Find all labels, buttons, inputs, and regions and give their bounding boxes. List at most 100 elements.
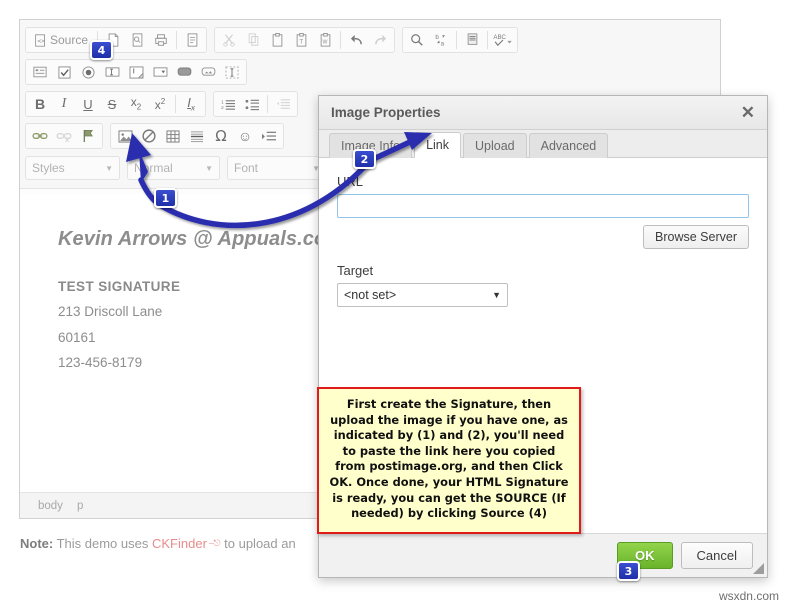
print-button[interactable] bbox=[149, 29, 173, 51]
underline-button[interactable]: U bbox=[76, 93, 100, 115]
font-combo[interactable]: Font ▼ bbox=[227, 156, 327, 180]
preview-button[interactable] bbox=[125, 29, 149, 51]
demo-note-prefix: Note: bbox=[20, 536, 54, 551]
button-field-button[interactable] bbox=[172, 61, 196, 83]
paste-button[interactable] bbox=[265, 29, 289, 51]
copy-icon bbox=[247, 33, 260, 47]
numbered-list-button[interactable]: 12 bbox=[216, 93, 240, 115]
page-break-button[interactable] bbox=[257, 125, 281, 147]
form-button[interactable] bbox=[28, 61, 52, 83]
target-select[interactable]: <not set> ▼ bbox=[337, 283, 508, 307]
link-button[interactable] bbox=[28, 125, 52, 147]
browse-server-button[interactable]: Browse Server bbox=[643, 225, 749, 249]
element-path-body[interactable]: body bbox=[38, 500, 63, 512]
undo-button[interactable] bbox=[344, 29, 368, 51]
toolbar-group-clipboard: T W bbox=[214, 27, 396, 53]
toolbar-group-document: <> Source bbox=[25, 27, 208, 53]
toolbar-group-forms bbox=[25, 59, 247, 85]
table-button[interactable] bbox=[161, 125, 185, 147]
select-field-button[interactable] bbox=[148, 61, 172, 83]
font-combo-label: Font bbox=[234, 161, 259, 175]
clipboard-icon bbox=[271, 33, 284, 47]
smiley-button[interactable]: ☺ bbox=[233, 125, 257, 147]
paragraph-format-combo[interactable]: Normal ▼ bbox=[127, 156, 220, 180]
select-all-button[interactable] bbox=[460, 29, 484, 51]
target-select-value: <not set> bbox=[344, 288, 397, 302]
radio-icon bbox=[81, 65, 95, 79]
corner-watermark: wsxdn.com bbox=[718, 589, 779, 603]
bold-button[interactable]: B bbox=[28, 93, 52, 115]
paste-text-button[interactable]: T bbox=[289, 29, 313, 51]
tab-advanced[interactable]: Advanced bbox=[528, 133, 609, 158]
ckfinder-link[interactable]: CKFinder bbox=[152, 536, 207, 551]
remove-format-icon: Ix bbox=[187, 94, 195, 113]
checkbox-button[interactable] bbox=[52, 61, 76, 83]
textarea-button[interactable] bbox=[124, 61, 148, 83]
bulleted-list-icon bbox=[245, 98, 260, 111]
smiley-icon: ☺ bbox=[237, 128, 253, 144]
element-path-p[interactable]: p bbox=[77, 500, 83, 512]
demo-note-text-after: to upload an bbox=[220, 536, 296, 551]
tab-upload[interactable]: Upload bbox=[463, 133, 527, 158]
step-badge-4: 4 bbox=[90, 40, 113, 60]
unlink-icon bbox=[56, 130, 72, 142]
external-link-icon: ⎯⎋ bbox=[208, 538, 221, 548]
toolbar-separator bbox=[176, 31, 178, 49]
instruction-callout: First create the Signature, then upload … bbox=[317, 387, 581, 534]
flash-button[interactable] bbox=[137, 125, 161, 147]
undo-arrow-icon bbox=[349, 34, 364, 47]
copy-button[interactable] bbox=[241, 29, 265, 51]
radio-button[interactable] bbox=[76, 61, 100, 83]
hidden-field-button[interactable] bbox=[220, 61, 244, 83]
dialog-footer: OK Cancel bbox=[319, 533, 767, 577]
find-button[interactable] bbox=[405, 29, 429, 51]
cancel-button[interactable]: Cancel bbox=[680, 542, 753, 569]
select-field-icon bbox=[153, 66, 168, 78]
resize-grip-icon[interactable] bbox=[753, 563, 764, 574]
toolbar-row-document: <> Source T W b a ABC bbox=[25, 26, 715, 54]
special-char-button[interactable]: Ω bbox=[209, 125, 233, 147]
svg-text:2: 2 bbox=[221, 105, 224, 110]
flag-anchor-icon bbox=[82, 129, 95, 143]
paste-word-button[interactable]: W bbox=[313, 29, 337, 51]
redo-button[interactable] bbox=[368, 29, 392, 51]
url-input[interactable] bbox=[337, 194, 749, 218]
source-button[interactable]: <> Source bbox=[28, 29, 94, 51]
close-icon[interactable]: ✕ bbox=[741, 104, 755, 121]
scissors-icon bbox=[222, 33, 236, 47]
horizontal-rule-button[interactable] bbox=[185, 125, 209, 147]
source-icon: <> bbox=[34, 33, 47, 47]
image-insert-button[interactable] bbox=[113, 125, 137, 147]
svg-text:W: W bbox=[322, 40, 327, 46]
chevron-down-icon: ▼ bbox=[205, 163, 213, 173]
dialog-tabs: Image Info Link Upload Advanced bbox=[319, 130, 767, 158]
cut-button[interactable] bbox=[217, 29, 241, 51]
spellcheck-button[interactable]: ABC bbox=[491, 29, 515, 51]
anchor-button[interactable] bbox=[76, 125, 100, 147]
bulleted-list-button[interactable] bbox=[240, 93, 264, 115]
strikethrough-button[interactable]: S bbox=[100, 93, 124, 115]
dialog-titlebar[interactable]: Image Properties ✕ bbox=[319, 96, 767, 130]
remove-format-button[interactable]: Ix bbox=[179, 93, 203, 115]
text-field-button[interactable] bbox=[100, 61, 124, 83]
templates-button[interactable] bbox=[180, 29, 204, 51]
preview-icon bbox=[131, 33, 144, 47]
unlink-button[interactable] bbox=[52, 125, 76, 147]
italic-button[interactable]: I bbox=[52, 93, 76, 115]
image-button-button[interactable] bbox=[196, 61, 220, 83]
superscript-button[interactable]: x2 bbox=[148, 93, 172, 115]
tab-link[interactable]: Link bbox=[414, 132, 462, 158]
subscript-icon: x2 bbox=[130, 95, 142, 112]
textarea-icon bbox=[129, 65, 144, 79]
numbered-list-icon: 12 bbox=[221, 98, 236, 111]
outdent-button[interactable] bbox=[271, 93, 295, 115]
clipboard-text-icon: T bbox=[295, 33, 308, 47]
styles-combo[interactable]: Styles ▼ bbox=[25, 156, 120, 180]
replace-button[interactable]: ba bbox=[429, 29, 453, 51]
magnifier-icon bbox=[410, 33, 424, 47]
subscript-button[interactable]: x2 bbox=[124, 93, 148, 115]
chain-link-icon bbox=[32, 130, 48, 142]
picture-icon bbox=[118, 129, 133, 143]
svg-text:b: b bbox=[435, 34, 439, 41]
svg-text:T: T bbox=[299, 39, 303, 46]
